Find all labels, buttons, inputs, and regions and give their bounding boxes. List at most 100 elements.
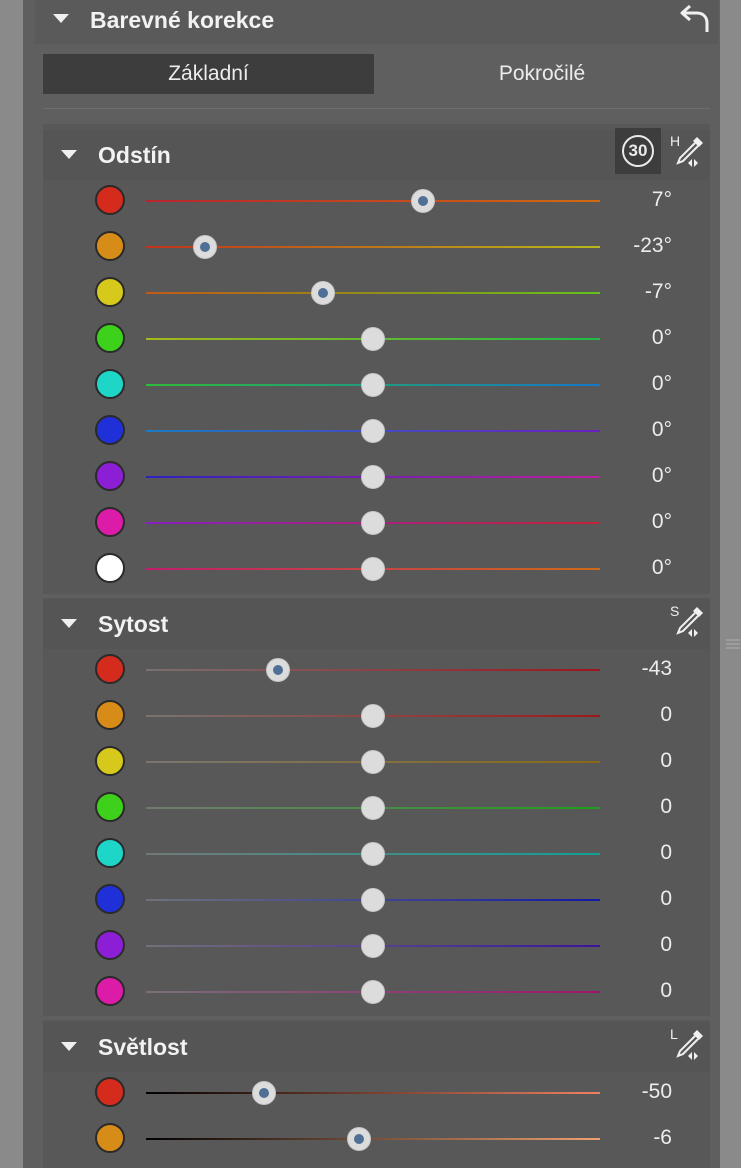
hue-row: 0° <box>43 454 710 500</box>
hue-color-swatch <box>95 231 125 261</box>
hue-range-toggle[interactable]: 30 <box>615 128 661 174</box>
saturation-row: 0 <box>43 877 710 923</box>
hue-color-swatch <box>95 507 125 537</box>
panel-title: Barevné korekce <box>90 7 275 33</box>
saturation-slider-thumb[interactable] <box>361 796 385 820</box>
collapse-triangle-icon[interactable] <box>61 619 77 628</box>
hue-color-swatch <box>95 415 125 445</box>
lightness-picker-letter: L <box>670 1026 678 1042</box>
saturation-slider-thumb[interactable] <box>361 750 385 774</box>
hue-slider-thumb[interactable] <box>361 511 385 535</box>
hue-picker-letter: H <box>670 133 680 149</box>
hue-slider-thumb[interactable] <box>361 327 385 351</box>
saturation-section-header[interactable]: Sytost <box>43 599 710 649</box>
hue-color-swatch <box>95 185 125 215</box>
hue-slider-thumb[interactable] <box>361 373 385 397</box>
tab-basic[interactable]: Základní <box>43 54 374 94</box>
saturation-slider-thumb[interactable] <box>361 934 385 958</box>
hue-slider-thumb[interactable] <box>193 235 218 259</box>
hue-color-swatch <box>95 553 125 583</box>
saturation-row: 0 <box>43 739 710 785</box>
saturation-color-swatch <box>95 930 125 960</box>
saturation-row: 0 <box>43 831 710 877</box>
hue-color-swatch <box>95 277 125 307</box>
hue-slider-thumb[interactable] <box>311 281 336 305</box>
lightness-slider-thumb[interactable] <box>252 1081 277 1105</box>
hue-slider-thumb[interactable] <box>361 419 385 443</box>
lightness-row: -6 <box>43 1116 710 1162</box>
saturation-row: 0 <box>43 693 710 739</box>
saturation-color-swatch <box>95 792 125 822</box>
hue-row: -7° <box>43 270 710 316</box>
lightness-color-swatch <box>95 1077 125 1107</box>
saturation-slider-thumb[interactable] <box>265 658 290 682</box>
lightness-eyedropper-icon[interactable]: L <box>670 1026 706 1062</box>
hue-value[interactable]: -23° <box>582 234 672 258</box>
saturation-color-swatch <box>95 700 125 730</box>
hue-slider-track[interactable] <box>146 292 600 294</box>
hue-eyedropper-icon[interactable]: H <box>670 133 706 169</box>
lightness-slider-thumb[interactable] <box>347 1127 372 1151</box>
resize-grip-icon[interactable] <box>726 635 740 653</box>
hue-value[interactable]: 0° <box>582 418 672 442</box>
saturation-value[interactable]: -43 <box>582 657 672 681</box>
hue-value[interactable]: 0° <box>582 464 672 488</box>
hue-row: 0° <box>43 546 710 592</box>
lightness-value[interactable]: -50 <box>582 1080 672 1104</box>
lightness-section-header[interactable]: Světlost <box>43 1022 710 1072</box>
hue-row: -23° <box>43 224 710 270</box>
saturation-value[interactable]: 0 <box>582 979 672 1003</box>
saturation-slider-thumb[interactable] <box>361 888 385 912</box>
saturation-color-swatch <box>95 838 125 868</box>
hue-slider-thumb[interactable] <box>361 557 385 581</box>
saturation-value[interactable]: 0 <box>582 841 672 865</box>
collapse-triangle-icon[interactable] <box>53 14 69 23</box>
saturation-row: 0 <box>43 969 710 1015</box>
saturation-title: Sytost <box>98 611 169 637</box>
hue-value[interactable]: 0° <box>582 326 672 350</box>
saturation-value[interactable]: 0 <box>582 749 672 773</box>
saturation-value[interactable]: 0 <box>582 887 672 911</box>
hue-section-header[interactable]: Odstín <box>43 130 710 180</box>
saturation-row: 0 <box>43 785 710 831</box>
hue-title: Odstín <box>98 142 171 168</box>
hue-slider-thumb[interactable] <box>410 189 435 213</box>
lightness-row: -50 <box>43 1070 710 1116</box>
hue-row: 0° <box>43 362 710 408</box>
panel-header[interactable]: Barevné korekce <box>35 0 718 44</box>
saturation-color-swatch <box>95 746 125 776</box>
hue-row: 7° <box>43 178 710 224</box>
hue-value[interactable]: 7° <box>582 188 672 212</box>
hue-color-swatch <box>95 461 125 491</box>
hue-range-badge: 30 <box>622 135 654 167</box>
hue-value[interactable]: 0° <box>582 510 672 534</box>
saturation-value[interactable]: 0 <box>582 795 672 819</box>
saturation-color-swatch <box>95 884 125 914</box>
saturation-picker-letter: S <box>670 603 679 619</box>
hue-value[interactable]: 0° <box>582 372 672 396</box>
hue-value[interactable]: -7° <box>582 280 672 304</box>
hue-color-swatch <box>95 369 125 399</box>
hue-value[interactable]: 0° <box>582 556 672 580</box>
collapse-triangle-icon[interactable] <box>61 150 77 159</box>
hue-slider-thumb[interactable] <box>361 465 385 489</box>
saturation-value[interactable]: 0 <box>582 933 672 957</box>
saturation-slider-thumb[interactable] <box>361 842 385 866</box>
saturation-slider-thumb[interactable] <box>361 980 385 1004</box>
hue-row: 0° <box>43 408 710 454</box>
saturation-color-swatch <box>95 976 125 1006</box>
lightness-value[interactable]: -6 <box>582 1126 672 1150</box>
saturation-row: -43 <box>43 647 710 693</box>
hue-row: 0° <box>43 500 710 546</box>
hue-row: 0° <box>43 316 710 362</box>
lightness-slider-track[interactable] <box>146 1092 600 1094</box>
collapse-triangle-icon[interactable] <box>61 1042 77 1051</box>
hue-slider-track[interactable] <box>146 200 600 202</box>
tab-advanced[interactable]: Pokročilé <box>374 54 710 94</box>
saturation-eyedropper-icon[interactable]: S <box>670 603 706 639</box>
saturation-value[interactable]: 0 <box>582 703 672 727</box>
undo-icon[interactable] <box>680 2 710 34</box>
saturation-slider-thumb[interactable] <box>361 704 385 728</box>
lightness-slider-track[interactable] <box>146 1138 600 1140</box>
saturation-slider-track[interactable] <box>146 669 600 671</box>
